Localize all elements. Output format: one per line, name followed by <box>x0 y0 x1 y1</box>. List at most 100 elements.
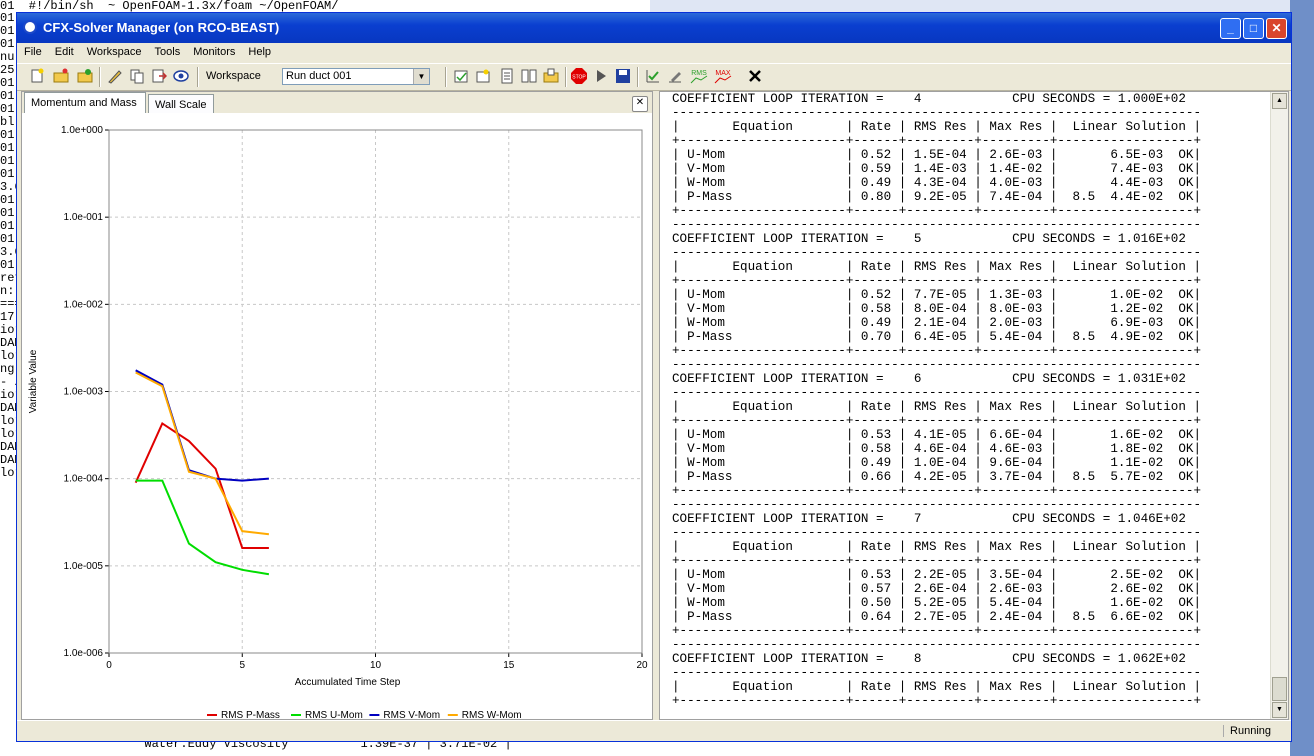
copy-icon[interactable] <box>129 68 145 84</box>
console-line: | W-Mom | 0.49 | 1.0E-04 | 9.6E-04 | 1.1… <box>672 456 1202 470</box>
console-line: COEFFICIENT LOOP ITERATION = 7 CPU SECON… <box>672 512 1186 526</box>
view-icon[interactable] <box>173 68 189 84</box>
x-tick-label: 20 <box>636 660 648 671</box>
rms-icon[interactable]: RMS <box>689 68 709 84</box>
console-line: ----------------------------------------… <box>672 638 1202 652</box>
menu-edit[interactable]: Edit <box>48 43 80 58</box>
minimize-button[interactable]: _ <box>1220 18 1241 39</box>
new-icon[interactable] <box>29 68 45 84</box>
rms-label: RMS <box>691 70 707 77</box>
menu-workspace[interactable]: Workspace <box>80 43 148 58</box>
svg-text:STOP: STOP <box>572 75 586 81</box>
console-line: +----------------------+------+---------… <box>672 274 1202 288</box>
workspace-new-icon[interactable] <box>453 68 469 84</box>
solver-manager-window: CFX-Solver Manager (on RCO-BEAST) _ □ ✕ … <box>16 12 1292 742</box>
y-tick-label: 1.0e-003 <box>64 387 104 398</box>
console-line: | U-Mom | 0.52 | 1.5E-04 | 2.6E-03 | 6.5… <box>672 148 1202 162</box>
y-tick-label: 1.0e-005 <box>64 561 104 572</box>
workspace-label: Workspace <box>206 70 261 82</box>
maximize-button[interactable]: □ <box>1243 18 1264 39</box>
refresh-icon[interactable] <box>77 68 93 84</box>
console-line: +----------------------+------+---------… <box>672 484 1202 498</box>
tab-momentum-and-mass[interactable]: Momentum and Mass <box>24 92 146 113</box>
app-icon <box>23 20 37 34</box>
console-line: | Equation | Rate | RMS Res | Max Res | … <box>672 260 1202 274</box>
console-line: | V-Mom | 0.57 | 2.6E-04 | 2.6E-03 | 2.6… <box>672 582 1202 596</box>
x-tick-label: 0 <box>106 660 112 671</box>
background-window-strip <box>650 0 1314 12</box>
run-select-value: Run duct 001 <box>286 70 352 82</box>
console-line: ----------------------------------------… <box>672 218 1202 232</box>
x-axis-label: Accumulated Time Step <box>295 677 401 688</box>
menu-monitors[interactable]: Monitors <box>186 43 241 58</box>
scroll-up-icon[interactable]: ▲ <box>1272 93 1287 109</box>
status-text: Running <box>1223 725 1271 737</box>
stop-icon[interactable]: STOP <box>571 68 587 84</box>
y-tick-label: 1.0e-002 <box>64 299 104 310</box>
series-line-rms-v-mom <box>135 369 269 482</box>
console-line: ----------------------------------------… <box>672 106 1202 120</box>
chevron-down-icon[interactable]: ▼ <box>413 69 429 84</box>
menu-help[interactable]: Help <box>241 43 277 58</box>
tab-wall-scale[interactable]: Wall Scale <box>148 94 214 113</box>
close-plot-button[interactable]: ✕ <box>632 96 648 112</box>
console-line: COEFFICIENT LOOP ITERATION = 8 CPU SECON… <box>672 652 1186 666</box>
scroll-down-icon[interactable]: ▼ <box>1272 702 1287 718</box>
console-line: +----------------------+------+---------… <box>672 554 1202 568</box>
y-tick-label: 1.0e-001 <box>64 212 104 223</box>
close-icon[interactable] <box>747 68 763 84</box>
checkmark-icon[interactable] <box>645 68 661 84</box>
legend-label: RMS P-Mass <box>221 710 280 719</box>
console-line: | V-Mom | 0.58 | 4.6E-04 | 4.6E-03 | 1.8… <box>672 442 1202 456</box>
console-line: +----------------------+------+---------… <box>672 694 1202 708</box>
menu-tools[interactable]: Tools <box>148 43 187 58</box>
desktop-background <box>1290 0 1314 756</box>
x-tick-label: 15 <box>503 660 515 671</box>
console-line: +----------------------+------+---------… <box>672 134 1202 148</box>
console-line: ----------------------------------------… <box>672 246 1202 260</box>
console-line: ----------------------------------------… <box>672 386 1202 400</box>
save-icon[interactable] <box>615 68 631 84</box>
plot-pane: Momentum and Mass Wall Scale ✕ 1.0e+000 1… <box>21 91 653 721</box>
console-line: | V-Mom | 0.58 | 8.0E-04 | 8.0E-03 | 1.2… <box>672 302 1202 316</box>
console-line: | U-Mom | 0.53 | 4.1E-05 | 6.6E-04 | 1.6… <box>672 428 1202 442</box>
console-line: ----------------------------------------… <box>672 498 1202 512</box>
console-line: | Equation | Rate | RMS Res | Max Res | … <box>672 540 1202 554</box>
y-axis-label: Variable Value <box>28 349 39 413</box>
play-icon[interactable] <box>593 68 609 84</box>
run-select[interactable]: Run duct 001 ▼ <box>282 68 430 85</box>
close-window-button[interactable]: ✕ <box>1266 18 1287 39</box>
menu-file[interactable]: File <box>17 43 48 58</box>
arrange-icon[interactable] <box>543 68 559 84</box>
console-line: | P-Mass | 0.80 | 9.2E-05 | 7.4E-04 | 8.… <box>672 190 1202 204</box>
pencil-icon[interactable] <box>667 68 683 84</box>
series-line-rms-u-mom <box>135 479 270 576</box>
solver-output-log[interactable]: COEFFICIENT LOOP ITERATION = 4 CPU SECON… <box>672 92 1272 719</box>
legend-label: RMS U-Mom <box>305 710 363 719</box>
workspace-open-icon[interactable] <box>475 68 491 84</box>
console-line: ----------------------------------------… <box>672 358 1202 372</box>
edit-icon[interactable] <box>107 68 123 84</box>
layout-icon[interactable] <box>521 68 537 84</box>
open-icon[interactable] <box>53 68 69 84</box>
max-icon[interactable]: MAX <box>713 68 733 84</box>
title-bar[interactable]: CFX-Solver Manager (on RCO-BEAST) _ □ ✕ <box>17 13 1291 43</box>
x-tick-label: 5 <box>239 660 245 671</box>
y-tick-label: 1.0e-006 <box>64 648 104 659</box>
residual-plot[interactable]: 1.0e+000 1.0e-001 1.0e-002 1.0e-003 1.0e-004… <box>22 113 652 721</box>
console-line: +----------------------+------+---------… <box>672 624 1202 638</box>
export-icon[interactable] <box>151 68 167 84</box>
console-line: | W-Mom | 0.49 | 4.3E-04 | 4.0E-03 | 4.4… <box>672 176 1202 190</box>
console-line: | W-Mom | 0.50 | 5.2E-05 | 5.4E-04 | 1.6… <box>672 596 1202 610</box>
x-tick-label: 10 <box>370 660 382 671</box>
output-scrollbar[interactable]: ▲ ▼ <box>1270 92 1288 719</box>
console-line: | P-Mass | 0.66 | 4.2E-05 | 3.7E-04 | 8.… <box>672 470 1202 484</box>
monitor-icon[interactable] <box>499 68 515 84</box>
console-line: | U-Mom | 0.52 | 7.7E-05 | 1.3E-03 | 1.0… <box>672 288 1202 302</box>
y-tick-label: 1.0e-004 <box>64 474 104 485</box>
console-line: | P-Mass | 0.64 | 2.7E-05 | 2.4E-04 | 8.… <box>672 610 1202 624</box>
legend-label: RMS W-Mom <box>462 710 522 719</box>
console-line: | Equation | Rate | RMS Res | Max Res | … <box>672 120 1202 134</box>
console-line: +----------------------+------+---------… <box>672 204 1202 218</box>
scroll-thumb[interactable] <box>1272 677 1287 701</box>
